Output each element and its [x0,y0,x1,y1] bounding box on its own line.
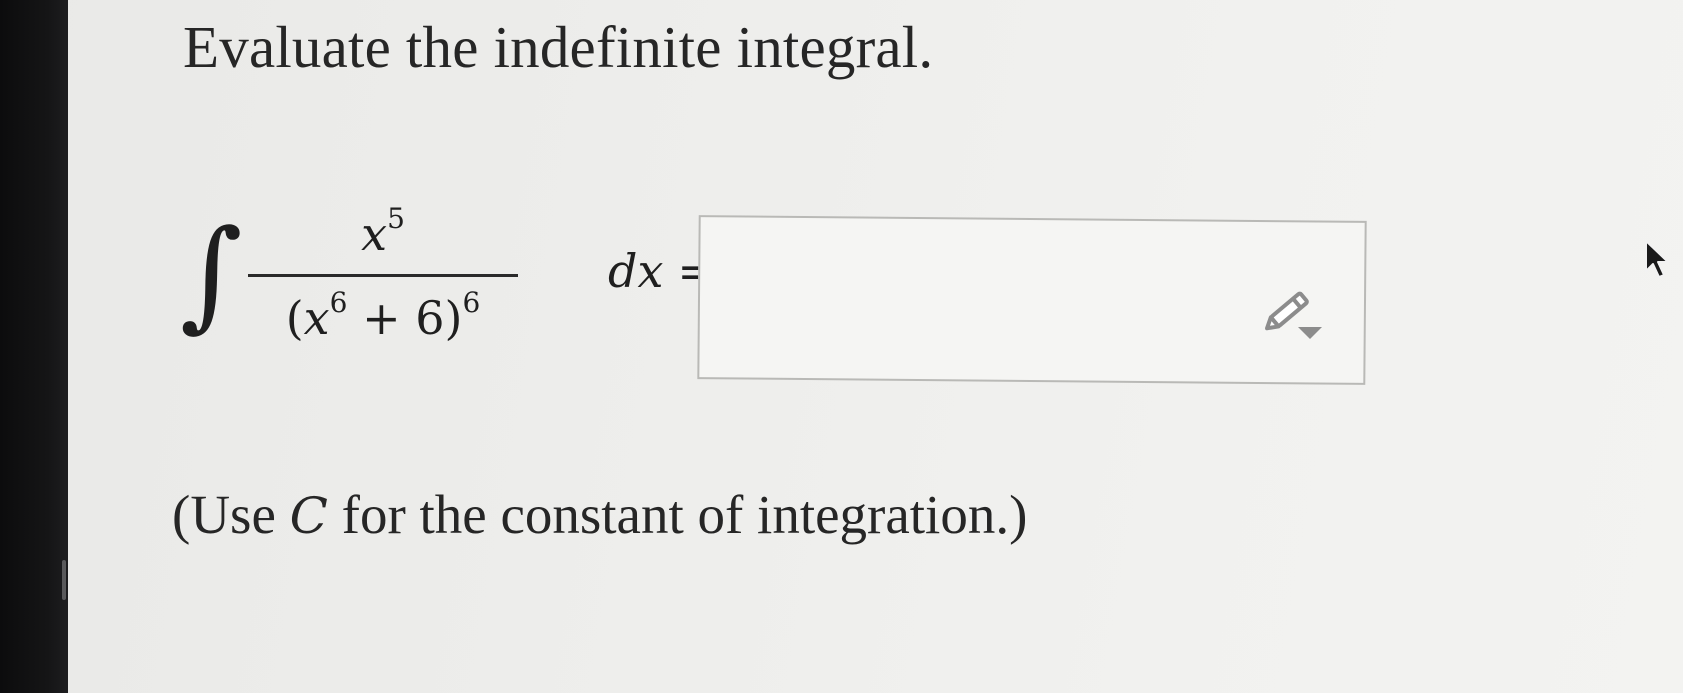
denominator-inner-exponent: 6 [329,286,348,319]
integral-expression: ∫ x5 (x6 + 6)6 dx = [180,200,716,350]
denominator-base: x [303,291,330,345]
fraction-numerator: x5 [248,202,518,261]
pencil-dropdown-icon[interactable] [1258,283,1328,343]
constant-symbol: C [289,487,328,545]
hint-prefix: (Use [172,484,290,545]
differential: dx [608,244,664,298]
fraction-bar [248,274,518,277]
instruction-text: (Use C for the constant of integration.) [172,482,1027,549]
hint-suffix: for the constant of integration.) [327,484,1028,545]
denominator-outer-exponent: 6 [462,286,481,319]
fraction-denominator: (x6 + 6)6 [248,286,518,345]
denominator-plus-term: + 6) [347,291,463,345]
integrand-fraction: x5 (x6 + 6)6 dx = [248,200,716,350]
integral-symbol: ∫ [180,205,243,344]
bezel-edge [62,560,66,600]
numerator-base: x [361,207,388,261]
numerator-exponent: 5 [387,202,405,235]
denominator-open-paren: ( [285,291,304,345]
screen-bezel [0,0,68,693]
question-title: Evaluate the indefinite integral. [183,14,934,80]
mouse-cursor-icon [1643,238,1675,282]
